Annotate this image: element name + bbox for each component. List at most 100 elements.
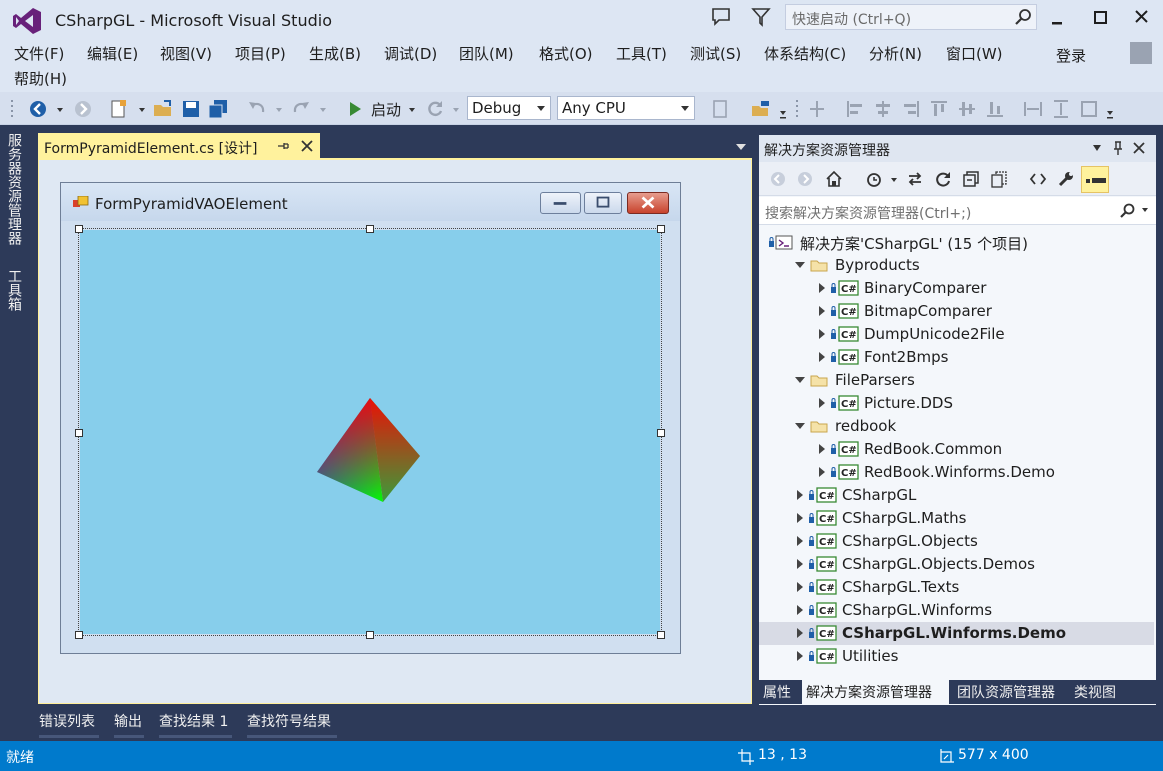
resize-handle[interactable] [366,631,374,639]
restart-icon[interactable] [424,98,446,120]
new-project-icon[interactable] [108,98,130,120]
tree-item[interactable]: C# Font2Bmps [759,346,1154,369]
tree-item[interactable]: 解决方案'CSharpGL' (15 个项目) [759,231,1154,254]
toolbar-grip-icon[interactable] [795,98,801,120]
preview-selected-items-button[interactable] [1081,166,1109,193]
resize-handle[interactable] [366,225,374,233]
designed-form[interactable]: FormPyramidVAOElement [60,182,681,654]
document-outline-icon[interactable] [710,98,730,120]
resize-handle[interactable] [657,631,665,639]
align-tops-icon[interactable] [928,98,950,120]
solution-search-input[interactable]: 搜索解决方案资源管理器(Ctrl+;) [759,197,1156,225]
align-lefts-icon[interactable] [844,98,866,120]
properties-wrench-icon[interactable] [1057,170,1075,188]
search-icon[interactable] [1014,8,1032,26]
tree-item[interactable]: C# CSharpGL.Winforms.Demo [759,622,1154,645]
tree-item[interactable]: C# DumpUnicode2File [759,323,1154,346]
expanded-arrow-icon[interactable] [795,423,805,429]
tree-item[interactable]: C# BinaryComparer [759,277,1154,300]
chevron-down-icon[interactable] [1092,144,1102,152]
tab-find-symbol-results[interactable]: 查找符号结果 [247,711,331,731]
pin-icon[interactable] [276,139,290,153]
tree-item[interactable]: C# Picture.DDS [759,392,1154,415]
menu-analyze[interactable]: 分析(N) [869,43,922,64]
menu-file[interactable]: 文件(F) [14,43,64,64]
toolbox-tab[interactable]: 工具箱 [6,269,24,311]
resize-handle[interactable] [75,225,83,233]
menu-edit[interactable]: 编辑(E) [87,43,138,64]
minimize-button[interactable] [1042,6,1072,30]
open-file-icon[interactable] [152,98,174,120]
chevron-down-icon[interactable] [451,98,461,120]
close-button[interactable] [1127,6,1157,30]
resize-handle[interactable] [657,225,665,233]
solution-configuration-select[interactable]: Debug [467,96,551,120]
align-to-grid-icon[interactable] [806,98,828,120]
tree-item[interactable]: C# Utilities [759,645,1154,668]
menu-help[interactable]: 帮助(H) [14,68,67,89]
save-icon[interactable] [180,98,202,120]
back-icon[interactable] [769,170,787,188]
menu-test[interactable]: 测试(S) [690,43,741,64]
home-icon[interactable] [825,170,843,188]
close-icon[interactable] [1132,141,1146,155]
tree-item[interactable]: C# CSharpGL.Objects.Demos [759,553,1154,576]
chevron-down-icon[interactable] [1140,205,1150,215]
quick-launch-input[interactable]: 快速启动 (Ctrl+Q) [785,4,1037,30]
forward-icon[interactable] [796,170,814,188]
tree-item[interactable]: C# CSharpGL.Objects [759,530,1154,553]
align-rights-icon[interactable] [900,98,922,120]
chevron-down-icon[interactable] [889,170,899,188]
show-all-files-icon[interactable] [990,170,1008,188]
collapsed-arrow-icon[interactable] [819,444,825,454]
resize-handle[interactable] [657,429,665,437]
search-icon[interactable] [1119,203,1135,219]
toolbar-overflow-icon[interactable] [1105,98,1115,120]
collapsed-arrow-icon[interactable] [797,513,803,523]
maximize-button[interactable] [1085,6,1115,30]
collapsed-arrow-icon[interactable] [819,467,825,477]
avatar[interactable] [1130,42,1152,64]
menu-debug[interactable]: 调试(D) [384,43,437,64]
chevron-down-icon[interactable] [407,98,417,120]
collapsed-arrow-icon[interactable] [797,582,803,592]
navigate-forward-icon[interactable] [72,98,94,120]
collapsed-arrow-icon[interactable] [797,605,803,615]
opengl-canvas-control[interactable] [80,230,660,634]
align-centers-icon[interactable] [872,98,894,120]
tree-item[interactable]: C# RedBook.Common [759,438,1154,461]
resize-handle[interactable] [75,429,83,437]
sync-with-active-document-icon[interactable] [906,170,924,188]
sign-in-link[interactable]: 登录 [1056,45,1086,66]
menu-window[interactable]: 窗口(W) [946,43,1003,64]
collapsed-arrow-icon[interactable] [797,628,803,638]
start-button-label[interactable]: 启动 [371,99,401,121]
redo-icon[interactable] [290,98,312,120]
expanded-arrow-icon[interactable] [795,377,805,383]
navigate-back-icon[interactable] [27,98,49,120]
collapsed-arrow-icon[interactable] [797,651,803,661]
tree-item[interactable]: C# RedBook.Winforms.Demo [759,461,1154,484]
tab-class-view[interactable]: 类视图 [1070,680,1128,704]
start-debugging-icon[interactable] [344,98,366,120]
tab-find-results-1[interactable]: 查找结果 1 [159,711,228,731]
collapsed-arrow-icon[interactable] [797,490,803,500]
feedback-icon[interactable] [710,6,732,28]
tree-item[interactable]: FileParsers [759,369,1154,392]
tab-team-explorer[interactable]: 团队资源管理器 [953,680,1067,704]
view-code-icon[interactable] [1029,170,1047,188]
menu-tools[interactable]: 工具(T) [616,43,667,64]
expanded-arrow-icon[interactable] [795,262,805,268]
tree-item[interactable]: C# CSharpGL.Maths [759,507,1154,530]
align-middles-icon[interactable] [956,98,978,120]
toolbar-overflow-icon[interactable] [778,98,788,120]
tree-item[interactable]: C# CSharpGL [759,484,1154,507]
tree-item[interactable]: redbook [759,415,1154,438]
pin-icon[interactable] [1111,140,1125,156]
save-all-icon[interactable] [207,98,229,120]
close-icon[interactable] [300,139,314,153]
find-in-files-icon[interactable] [750,98,772,120]
make-same-width-icon[interactable] [1022,98,1044,120]
chevron-down-icon[interactable] [55,98,65,120]
server-explorer-tab[interactable]: 服务器资源管理器 [6,133,24,245]
